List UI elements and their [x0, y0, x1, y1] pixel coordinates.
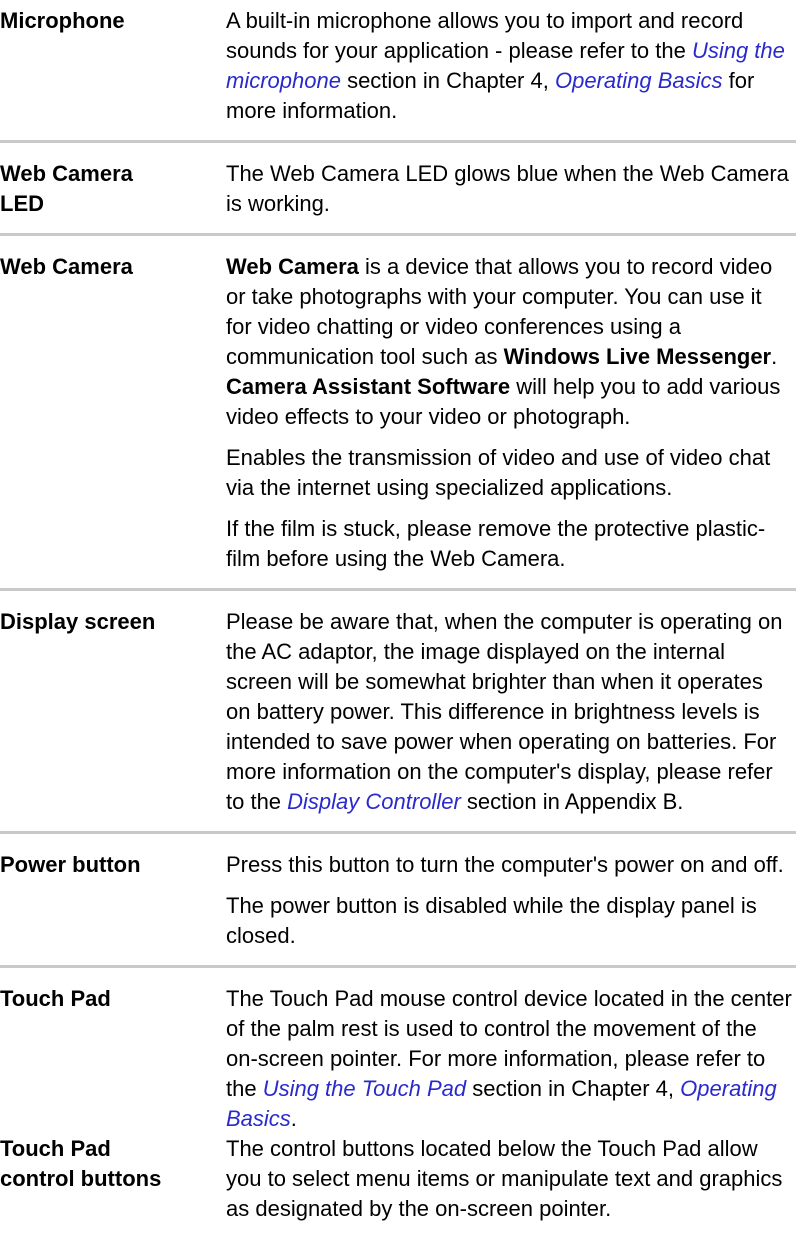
- description-paragraph: The power button is disabled while the d…: [226, 893, 757, 948]
- link-using-the-touch-pad[interactable]: Using the Touch Pad: [263, 1076, 466, 1101]
- manual-page: Microphone A built-in microphone allows …: [0, 0, 796, 1254]
- description-text: A built-in microphone allows you to impo…: [226, 8, 744, 63]
- description-text: Please be aware that, when the computer …: [226, 609, 783, 814]
- term-description: The Web Camera LED glows blue when the W…: [226, 159, 792, 219]
- entry-web-camera: Web Camera Web Camera is a device that a…: [0, 252, 796, 574]
- term-description: Press this button to turn the computer's…: [226, 850, 792, 951]
- description-text: .: [771, 344, 778, 369]
- entry-touch-pad-control-buttons: Touch Pad control buttons The control bu…: [0, 1134, 796, 1224]
- term-description: Please be aware that, when the computer …: [226, 607, 792, 817]
- entry-power-button: Power button Press this button to turn t…: [0, 850, 796, 951]
- emphasis-web-camera: Web Camera: [226, 254, 359, 279]
- description-paragraph: Please be aware that, when the computer …: [226, 607, 792, 817]
- term-label: Web Camera LED: [0, 161, 133, 216]
- entry-web-camera-led: Web Camera LED The Web Camera LED glows …: [0, 159, 796, 219]
- term-description: A built-in microphone allows you to impo…: [226, 6, 792, 126]
- term-label: Microphone: [0, 8, 125, 33]
- entry-display-screen: Display screen Please be aware that, whe…: [0, 607, 796, 817]
- term-label: Display screen: [0, 609, 156, 634]
- description-paragraph: Web Camera is a device that allows you t…: [226, 252, 792, 432]
- row-divider: [0, 140, 796, 143]
- emphasis-camera-assistant-software: Camera Assistant Software: [226, 374, 511, 399]
- row-divider: [0, 831, 796, 834]
- description-text: section in Chapter 4,: [466, 1076, 681, 1101]
- row-divider: [0, 588, 796, 591]
- term-description: The Touch Pad mouse control device locat…: [226, 984, 792, 1134]
- link-operating-basics[interactable]: Operating Basics: [555, 68, 723, 93]
- term-label: Power button: [0, 852, 141, 877]
- term-description: Web Camera is a device that allows you t…: [226, 252, 792, 574]
- row-divider: [0, 233, 796, 236]
- term-description: The control buttons located below the To…: [226, 1134, 792, 1224]
- row-divider: [0, 965, 796, 968]
- description-paragraph: A built-in microphone allows you to impo…: [226, 6, 792, 126]
- description-paragraph: Enables the transmission of video and us…: [226, 445, 771, 500]
- term-label: Touch Pad: [0, 986, 111, 1011]
- description-text: .: [290, 1106, 297, 1131]
- description-text: section in Chapter 4,: [340, 68, 555, 93]
- description-paragraph: The Web Camera LED glows blue when the W…: [226, 161, 789, 216]
- emphasis-windows-live-messenger: Windows Live Messenger: [503, 344, 772, 369]
- description-paragraph: The Touch Pad mouse control device locat…: [226, 984, 792, 1134]
- term-label: Touch Pad control buttons: [0, 1136, 162, 1191]
- term-label: Web Camera: [0, 254, 133, 279]
- description-paragraph: Press this button to turn the computer's…: [226, 852, 784, 877]
- entry-microphone: Microphone A built-in microphone allows …: [0, 6, 796, 126]
- entry-touch-pad: Touch Pad The Touch Pad mouse control de…: [0, 984, 796, 1134]
- description-paragraph: The control buttons located below the To…: [226, 1136, 783, 1221]
- description-paragraph: If the film is stuck, please remove the …: [226, 516, 766, 571]
- description-text: section in Appendix B.: [460, 789, 684, 814]
- link-display-controller[interactable]: Display Controller: [287, 789, 461, 814]
